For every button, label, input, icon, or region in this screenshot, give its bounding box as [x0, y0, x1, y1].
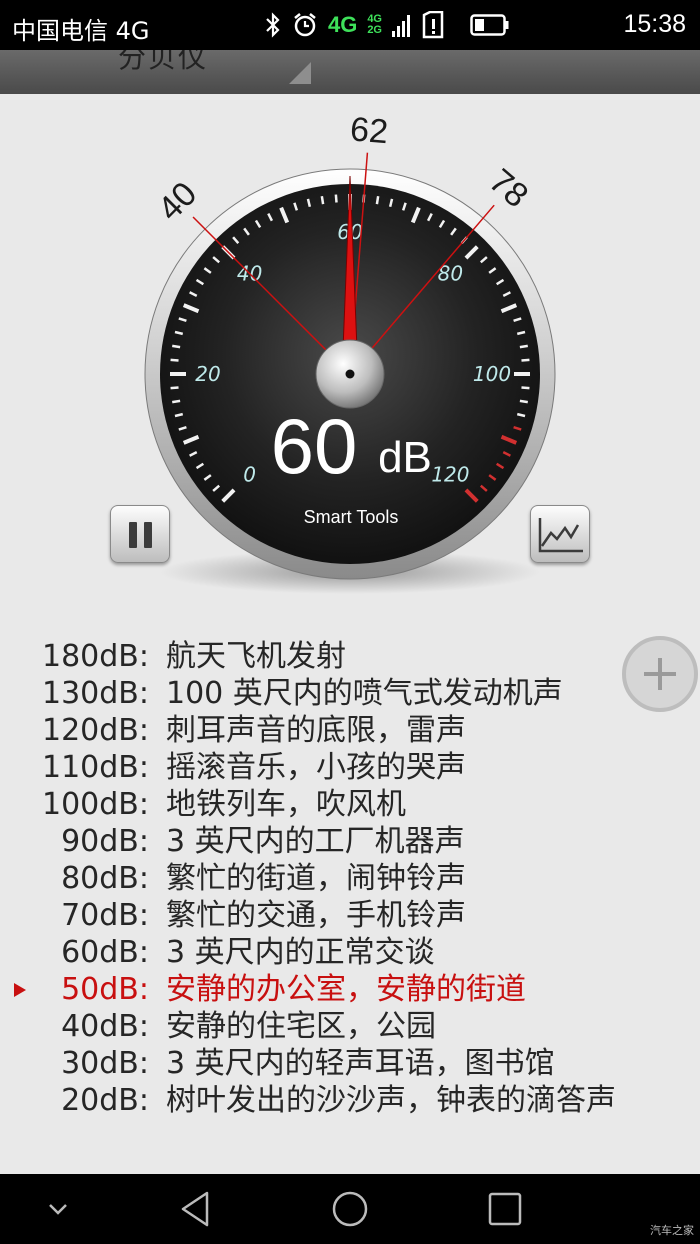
- network-dual-label: 4G 2G: [367, 14, 382, 36]
- battery-icon: [470, 14, 510, 36]
- chevron-down-icon[interactable]: [30, 1174, 86, 1244]
- reference-description: 地铁列车，吹风机: [166, 787, 406, 822]
- carrier-label: 中国电信 4G: [12, 17, 150, 45]
- page-title: 分贝仪: [118, 50, 209, 74]
- gauge-tick: [172, 399, 181, 404]
- reference-description: 摇滚音乐，小孩的哭声: [166, 750, 466, 785]
- reference-row: 100dB: 地铁列车，吹风机: [0, 786, 700, 823]
- gauge-scale-label: 100: [473, 362, 511, 386]
- gauge-tick: [519, 344, 528, 349]
- reference-description: 100 英尺内的喷气式发动机声: [166, 676, 563, 711]
- reference-row: 90dB: 3 英尺内的工厂机器声: [0, 823, 700, 860]
- reference-description: 3 英尺内的轻声耳语，图书馆: [166, 1046, 555, 1081]
- reference-row: 20dB: 树叶发出的沙沙声，钟表的滴答声: [0, 1082, 700, 1119]
- max-marker-label: 78: [482, 162, 535, 215]
- reference-level: 120dB:: [42, 713, 149, 748]
- home-icon[interactable]: [320, 1174, 380, 1244]
- gauge-tick: [170, 358, 179, 362]
- app-header: 分贝仪: [0, 50, 700, 94]
- pause-button[interactable]: [110, 505, 170, 563]
- reference-description: 安静的住宅区，公园: [166, 1009, 436, 1044]
- reference-level: 30dB:: [61, 1046, 149, 1081]
- reference-row: 30dB: 3 英尺内的轻声耳语，图书馆: [0, 1045, 700, 1082]
- reference-description: 3 英尺内的工厂机器声: [166, 824, 465, 859]
- reference-level: 70dB:: [61, 898, 149, 933]
- reference-level: 130dB:: [42, 676, 149, 711]
- reference-level: 80dB:: [61, 861, 149, 896]
- gauge-tick: [521, 358, 530, 362]
- reading-value: 60: [271, 402, 358, 490]
- gauge-tick: [170, 386, 179, 390]
- menu-dropdown-icon[interactable]: [287, 60, 313, 86]
- current-level-arrow-icon: [14, 983, 26, 997]
- reference-level: 50dB:: [61, 972, 149, 1007]
- gauge-tick: [172, 344, 181, 349]
- status-icons: 4G 4G 2G: [264, 10, 510, 40]
- reference-row: 50dB: 安静的办公室，安静的街道: [0, 971, 700, 1008]
- gauge-tick: [320, 196, 325, 205]
- alarm-icon: [292, 12, 318, 38]
- reference-list: 180dB: 航天飞机发射 130dB: 100 英尺内的喷气式发动机声 120dB: 刺…: [0, 638, 700, 1119]
- bluetooth-icon: [264, 12, 282, 38]
- reference-row: 40dB: 安静的住宅区，公园: [0, 1008, 700, 1045]
- reference-row: 180dB: 航天飞机发射: [0, 638, 700, 675]
- reference-level: 110dB:: [42, 750, 149, 785]
- reference-row: 60dB: 3 英尺内的正常交谈: [0, 934, 700, 971]
- avg-marker-label: 62: [349, 110, 390, 151]
- plus-icon: [644, 658, 676, 690]
- reference-row: 80dB: 繁忙的街道，闹钟铃声: [0, 860, 700, 897]
- reference-level: 100dB:: [42, 787, 149, 822]
- reference-row: 110dB: 摇滚音乐，小孩的哭声: [0, 749, 700, 786]
- clock: 15:38: [623, 10, 686, 38]
- recents-icon[interactable]: [475, 1174, 535, 1244]
- reference-description: 繁忙的街道，闹钟铃声: [166, 861, 466, 896]
- network-4g-label: 4G: [327, 12, 358, 37]
- navigation-bar: 汽车之家: [0, 1174, 700, 1244]
- reference-description: 航天飞机发射: [166, 639, 346, 674]
- gauge-scale-label: 0: [243, 462, 256, 486]
- chart-icon: [538, 518, 583, 553]
- pause-icon: [129, 522, 137, 548]
- network-bottom-label: 2G: [367, 24, 382, 36]
- watermark: 汽车之家: [650, 1224, 694, 1237]
- gauge-tick: [519, 399, 528, 404]
- reference-row: 130dB: 100 英尺内的喷气式发动机声: [0, 675, 700, 712]
- gauge-scale-label: 120: [431, 462, 469, 486]
- reference-description: 繁忙的交通，手机铃声: [166, 898, 466, 933]
- gauge-scale-label: 80: [438, 262, 463, 286]
- reference-description: 3 英尺内的正常交谈: [166, 935, 435, 970]
- gauge-tick: [334, 194, 338, 203]
- reference-level: 60dB:: [61, 935, 149, 970]
- reference-level: 90dB:: [61, 824, 149, 859]
- add-button[interactable]: [622, 636, 698, 712]
- signal-icon: [392, 13, 412, 37]
- reference-row: 70dB: 繁忙的交通，手机铃声: [0, 897, 700, 934]
- reference-description: 树叶发出的沙沙声，钟表的滴答声: [166, 1083, 616, 1118]
- brand-label: Smart Tools: [304, 507, 399, 527]
- gauge-scale-label: 20: [195, 362, 220, 386]
- status-bar: 中国电信 4G 4G 4G 2G 15:38: [0, 0, 700, 50]
- reference-description: 刺耳声音的底限，雷声: [166, 713, 466, 748]
- reference-level: 20dB:: [61, 1083, 149, 1118]
- sim-icon: [422, 11, 446, 39]
- reference-level: 40dB:: [61, 1009, 149, 1044]
- reference-description: 安静的办公室，安静的街道: [166, 972, 526, 1007]
- reference-level: 180dB:: [42, 639, 149, 674]
- gauge-tick: [521, 386, 530, 390]
- gauge-hub-pin: [345, 369, 355, 379]
- reading-unit: dB: [378, 433, 432, 482]
- chart-button[interactable]: [530, 505, 590, 563]
- reference-row: 120dB: 刺耳声音的底限，雷声: [0, 712, 700, 749]
- back-icon[interactable]: [165, 1174, 225, 1244]
- gauge-tick: [375, 196, 380, 205]
